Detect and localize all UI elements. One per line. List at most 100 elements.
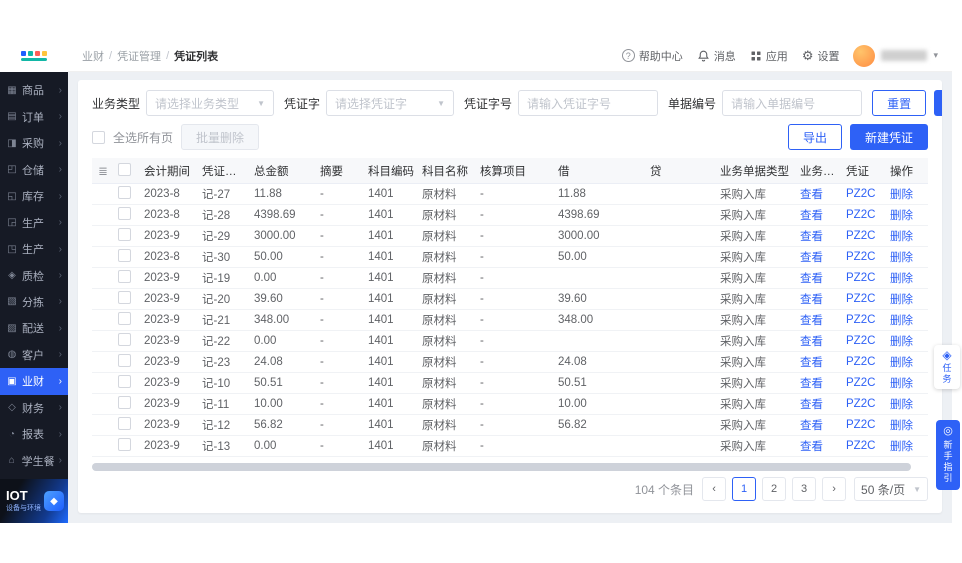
breadcrumb-item[interactable]: 业财 <box>82 48 104 64</box>
view-doc-link[interactable]: 查看 <box>796 354 842 370</box>
voucher-word-select[interactable]: 请选择凭证字 ▼ <box>326 90 455 116</box>
delete-link[interactable]: 删除 <box>886 333 926 349</box>
row-checkbox[interactable] <box>118 249 131 262</box>
voucher-link[interactable]: PZ2C <box>842 419 886 431</box>
delete-link[interactable]: 删除 <box>886 291 926 307</box>
batch-delete-button[interactable]: 批量删除 <box>181 124 260 150</box>
delete-link[interactable]: 删除 <box>886 186 926 202</box>
sidebar-item-财务[interactable]: ◇ 财务 › <box>0 395 68 421</box>
view-doc-link[interactable]: 查看 <box>796 396 842 412</box>
voucher-link[interactable]: PZ2C <box>842 293 886 305</box>
delete-link[interactable]: 删除 <box>886 270 926 286</box>
delete-link[interactable]: 删除 <box>886 438 926 454</box>
row-checkbox[interactable] <box>118 291 131 304</box>
voucher-link[interactable]: PZ2C <box>842 335 886 347</box>
apps-button[interactable]: 应用 <box>750 48 788 64</box>
select-all-checkbox[interactable] <box>118 162 131 176</box>
sidebar-item-采购[interactable]: ◨ 采购 › <box>0 130 68 156</box>
voucher-link[interactable]: PZ2C <box>842 230 886 242</box>
view-doc-link[interactable]: 查看 <box>796 207 842 223</box>
row-checkbox[interactable] <box>118 270 131 283</box>
delete-link[interactable]: 删除 <box>886 312 926 328</box>
next-page-button[interactable]: › <box>822 477 847 501</box>
view-doc-link[interactable]: 查看 <box>796 312 842 328</box>
column-settings-icon[interactable]: ≣ <box>92 164 114 178</box>
page-button-3[interactable]: 3 <box>792 477 817 501</box>
tasks-float-button[interactable]: ◈ 任务 <box>934 345 960 389</box>
row-checkbox[interactable] <box>118 417 131 430</box>
settings-button[interactable]: ⚙ 设置 <box>802 48 840 64</box>
cell-voucher-no: 记-27 <box>202 189 231 201</box>
export-button[interactable]: 导出 <box>787 124 842 150</box>
voucher-link[interactable]: PZ2C <box>842 188 886 200</box>
scrollbar-thumb[interactable] <box>92 463 912 471</box>
sidebar-item-学生餐[interactable]: ⌂ 学生餐 › <box>0 448 68 474</box>
breadcrumb-item[interactable]: 凭证管理 <box>117 48 161 64</box>
delete-link[interactable]: 删除 <box>886 249 926 265</box>
delete-link[interactable]: 删除 <box>886 354 926 370</box>
doc-no-input[interactable]: 请输入单据编号 <box>722 90 863 116</box>
row-checkbox[interactable] <box>118 186 131 199</box>
row-checkbox[interactable] <box>118 354 131 367</box>
view-doc-link[interactable]: 查看 <box>796 270 842 286</box>
voucher-link[interactable]: PZ2C <box>842 398 886 410</box>
delete-link[interactable]: 删除 <box>886 396 926 412</box>
view-doc-link[interactable]: 查看 <box>796 417 842 433</box>
delete-link[interactable]: 删除 <box>886 417 926 433</box>
sidebar-item-业财[interactable]: ▣ 业财 › <box>0 368 68 395</box>
page-size-select[interactable]: 50 条/页 ▼ <box>854 477 928 501</box>
help-center-button[interactable]: ? 帮助中心 <box>621 48 683 64</box>
voucher-link[interactable]: PZ2C <box>842 440 886 452</box>
row-checkbox[interactable] <box>118 333 131 346</box>
voucher-no-input[interactable]: 请输入凭证字号 <box>518 90 659 116</box>
sidebar-item-商品[interactable]: ▦ 商品 › <box>0 77 68 103</box>
page-button-2[interactable]: 2 <box>762 477 787 501</box>
new-voucher-button[interactable]: 新建凭证 <box>849 124 928 150</box>
sidebar-item-报表[interactable]: ◔ 报表 › <box>0 421 68 447</box>
sidebar-item-订单[interactable]: ▤ 订单 › <box>0 103 68 129</box>
row-checkbox[interactable] <box>118 228 131 241</box>
sidebar-item-仓储[interactable]: ◰ 仓储 › <box>0 156 68 182</box>
sidebar-item-配送[interactable]: ▨ 配送 › <box>0 315 68 341</box>
chevron-right-icon: › <box>58 455 62 467</box>
row-checkbox[interactable] <box>118 375 131 388</box>
page-button-1[interactable]: 1 <box>732 477 757 501</box>
delete-link[interactable]: 删除 <box>886 207 926 223</box>
voucher-link[interactable]: PZ2C <box>842 272 886 284</box>
view-doc-link[interactable]: 查看 <box>796 438 842 454</box>
sidebar-item-库存[interactable]: ◱ 库存 › <box>0 183 68 209</box>
sidebar-item-生产[interactable]: ◳ 生产 › <box>0 236 68 262</box>
search-button[interactable]: 查询 <box>934 90 942 116</box>
reset-button[interactable]: 重置 <box>872 90 927 116</box>
row-checkbox[interactable] <box>118 438 131 451</box>
sidebar-item-客户[interactable]: ◍ 客户 › <box>0 342 68 368</box>
user-menu[interactable]: ▾ <box>853 44 938 67</box>
row-checkbox[interactable] <box>118 396 131 409</box>
row-checkbox[interactable] <box>118 207 131 220</box>
view-doc-link[interactable]: 查看 <box>796 249 842 265</box>
business-type-select[interactable]: 请选择业务类型 ▼ <box>146 90 275 116</box>
voucher-link[interactable]: PZ2C <box>842 356 886 368</box>
delete-link[interactable]: 删除 <box>886 228 926 244</box>
cell-accounting-item: - <box>480 251 484 263</box>
sidebar-item-质检[interactable]: ◈ 质检 › <box>0 262 68 288</box>
voucher-link[interactable]: PZ2C <box>842 377 886 389</box>
view-doc-link[interactable]: 查看 <box>796 333 842 349</box>
view-doc-link[interactable]: 查看 <box>796 291 842 307</box>
delete-link[interactable]: 删除 <box>886 375 926 391</box>
table-toolbar: 全选所有页 批量删除 导出 新建凭证 <box>92 124 928 150</box>
messages-button[interactable]: 消息 <box>697 48 736 64</box>
sidebar-item-生产[interactable]: ◲ 生产 › <box>0 209 68 235</box>
select-all-pages-checkbox[interactable] <box>92 130 105 144</box>
voucher-link[interactable]: PZ2C <box>842 314 886 326</box>
voucher-link[interactable]: PZ2C <box>842 209 886 221</box>
row-checkbox[interactable] <box>118 312 131 325</box>
voucher-link[interactable]: PZ2C <box>842 251 886 263</box>
view-doc-link[interactable]: 查看 <box>796 186 842 202</box>
breadcrumb-current: 凭证列表 <box>174 50 219 63</box>
prev-page-button[interactable]: ‹ <box>702 477 727 501</box>
view-doc-link[interactable]: 查看 <box>796 228 842 244</box>
guide-float-button[interactable]: ◎ 新手指引 <box>936 420 960 490</box>
sidebar-item-分拣[interactable]: ▧ 分拣 › <box>0 289 68 315</box>
view-doc-link[interactable]: 查看 <box>796 375 842 391</box>
